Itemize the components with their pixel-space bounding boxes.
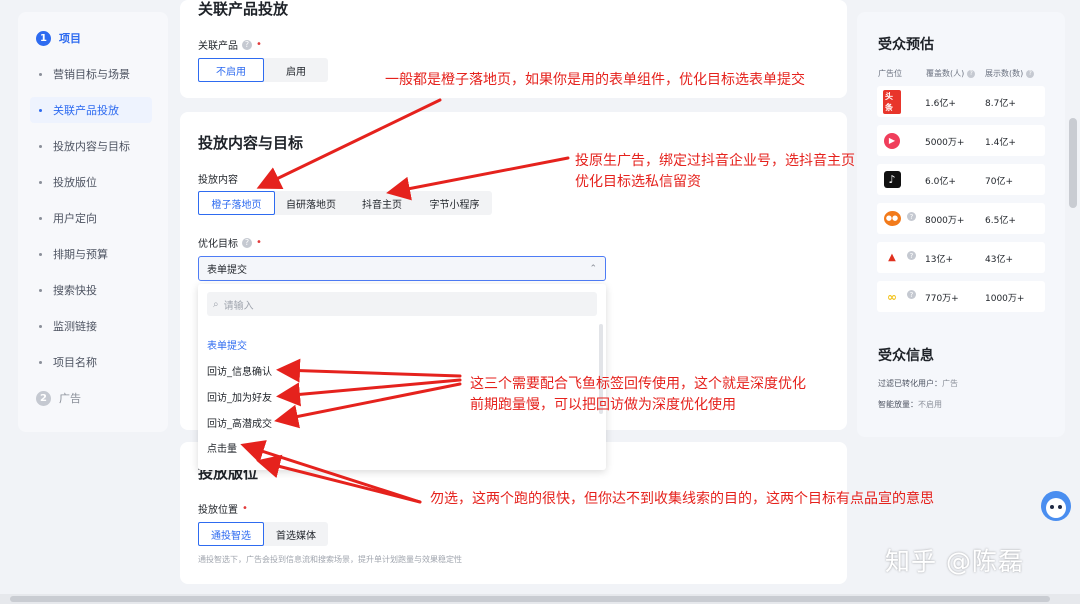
arrow-to-clicks: [240, 440, 422, 504]
annotation-douyin-home-line2: 优化目标选私信留资: [575, 174, 701, 190]
arrow-to-douyin-home: [386, 156, 570, 201]
annotation-douyin-home-line1: 投原生广告，绑定过抖音企业号，选抖音主页: [575, 153, 855, 169]
annotation-callback-line1: 这三个需要配合飞鱼标签回传使用，这个就是深度优化: [470, 376, 806, 392]
arrow-to-hidden-option: [256, 454, 422, 504]
annotation-avoid: 勿选，这两个跑的很快，但你达不到收集线索的目的，这两个目标有点品宣的意思: [430, 491, 934, 507]
arrow-to-callback-confirm: [276, 358, 462, 383]
annotation-orange-landing: 一般都是橙子落地页，如果你是用的表单组件，优化目标选表单提交: [385, 72, 805, 88]
annotation-callback-line2: 前期跑量慢，可以把回访做为深度优化使用: [470, 397, 736, 413]
watermark: 知乎 @陈磊: [885, 547, 1024, 576]
arrow-to-orange-landing: [256, 98, 442, 189]
